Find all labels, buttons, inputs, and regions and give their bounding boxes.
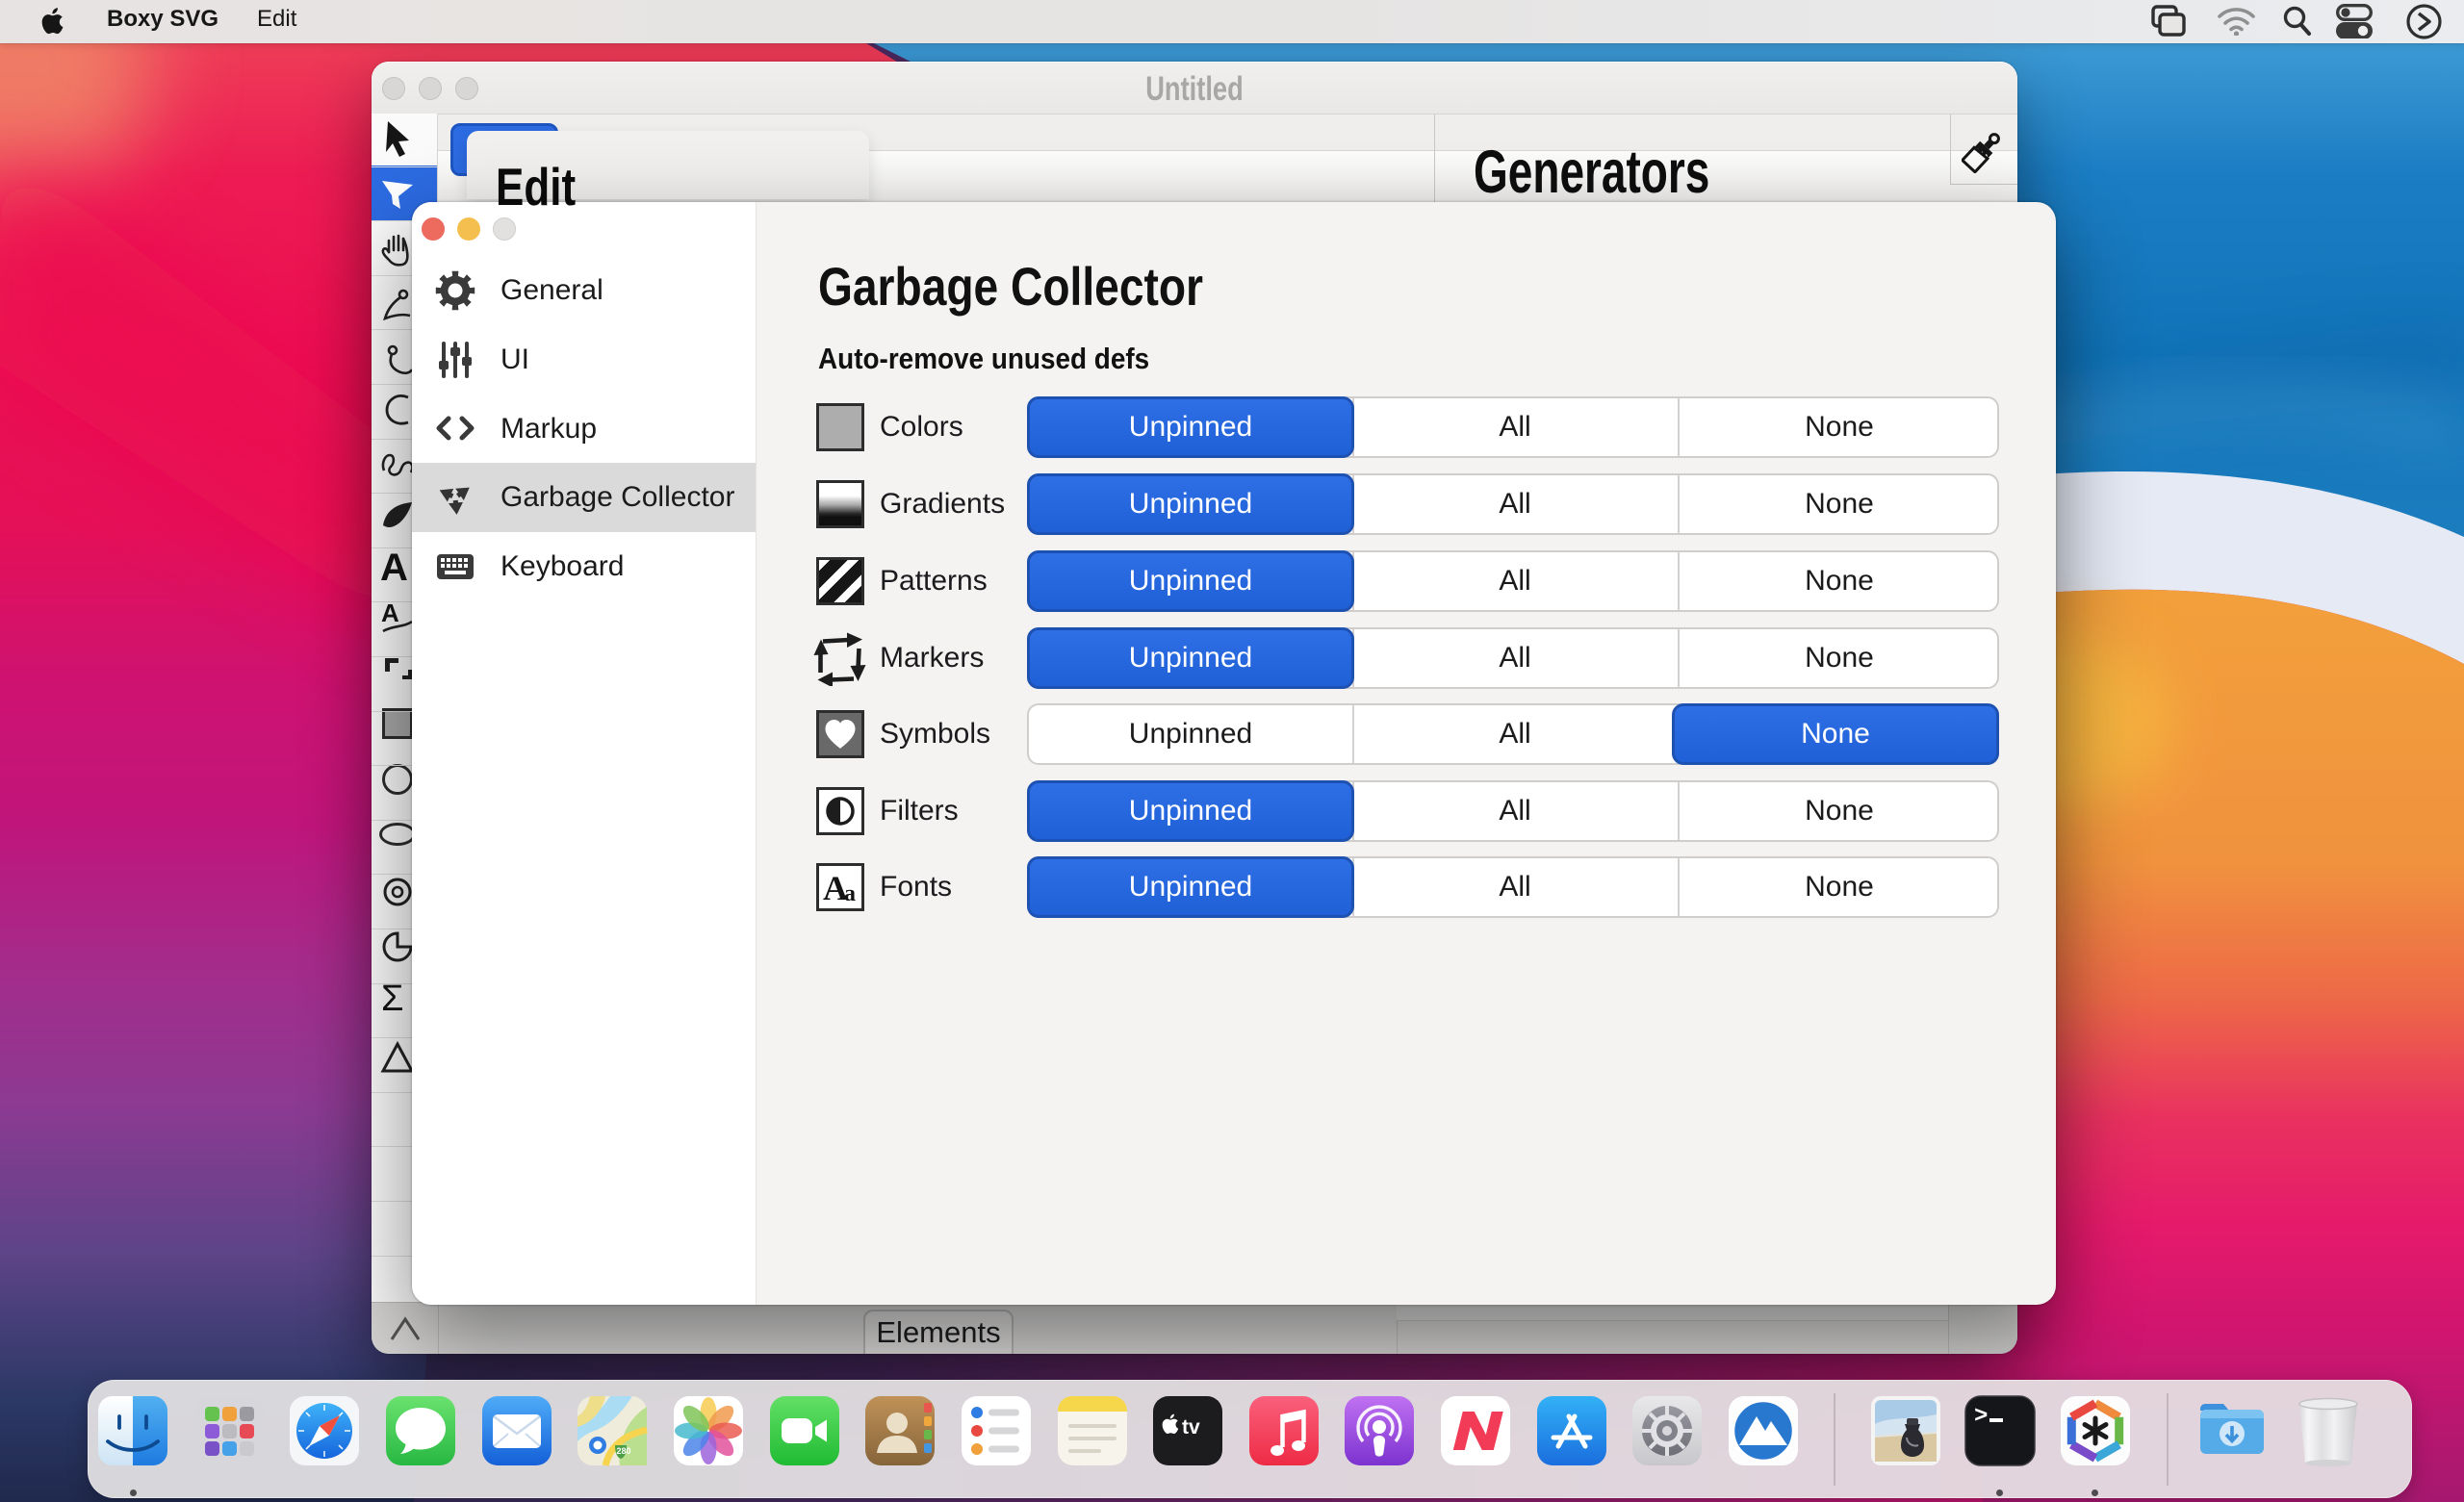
svg-text:280: 280 bbox=[617, 1446, 631, 1456]
svg-text:tv: tv bbox=[1182, 1416, 1200, 1438]
svg-text:A: A bbox=[381, 600, 399, 627]
svg-text:>: > bbox=[1974, 1404, 1988, 1430]
